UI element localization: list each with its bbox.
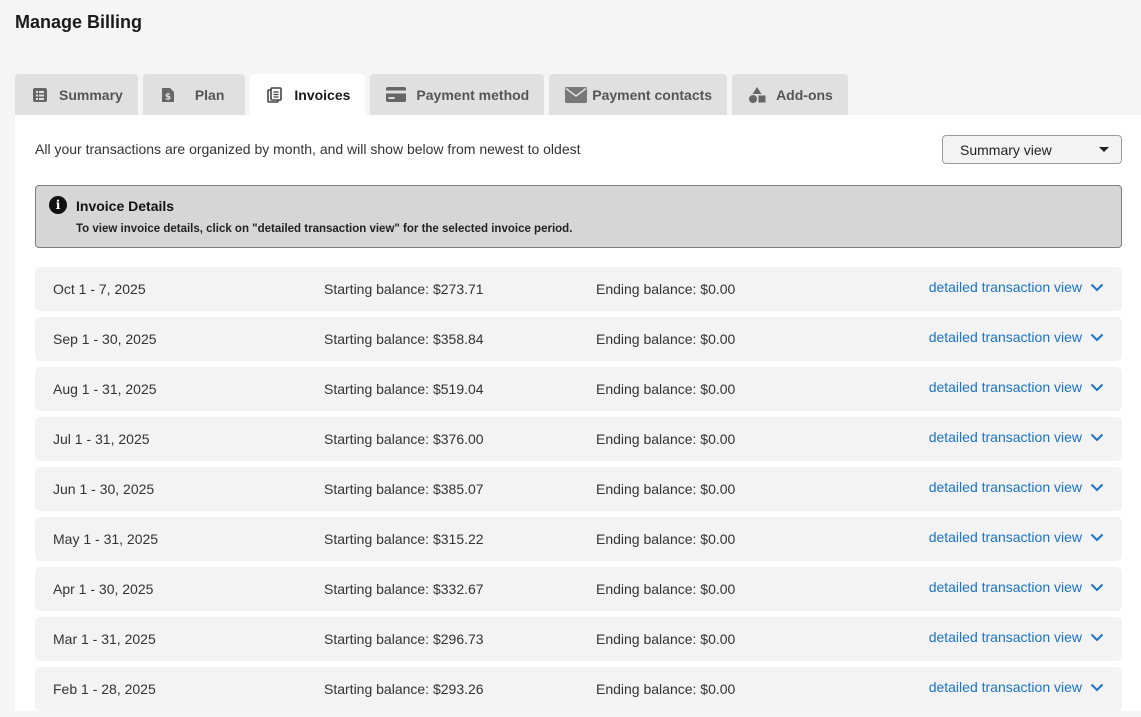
starting-balance: Starting balance: $315.22 — [324, 531, 484, 547]
detailed-transaction-view-link[interactable]: detailed transaction view — [929, 479, 1104, 495]
invoice-period: Mar 1 - 31, 2025 — [53, 631, 156, 647]
invoice-period: Sep 1 - 30, 2025 — [53, 331, 157, 347]
invoices-panel: All your transactions are organized by m… — [15, 115, 1141, 711]
detail-link-label: detailed transaction view — [928, 279, 1082, 295]
chevron-down-icon — [1090, 583, 1104, 591]
invoice-period: Feb 1 - 28, 2025 — [53, 681, 156, 697]
tab-add-ons[interactable]: Add-ons — [732, 74, 848, 115]
billing-tabs: Summary $ Plan Invoices Payment method P… — [15, 74, 848, 115]
detailed-transaction-view-link[interactable]: detailed transaction view — [929, 379, 1104, 395]
tab-plan-label: Plan — [194, 86, 225, 103]
invoice-row: Sep 1 - 30, 2025 Starting balance: $358.… — [35, 317, 1122, 361]
invoice-details-notice: i Invoice Details To view invoice detail… — [35, 185, 1122, 248]
invoice-period: Aug 1 - 31, 2025 — [53, 381, 157, 397]
invoice-row: Jul 1 - 31, 2025 Starting balance: $376.… — [35, 417, 1122, 461]
tab-payment-contacts[interactable]: Payment contacts — [549, 74, 728, 115]
starting-balance: Starting balance: $358.84 — [324, 331, 484, 347]
tab-plan[interactable]: $ Plan — [142, 74, 246, 115]
tab-payment-method-label: Payment method — [416, 86, 530, 103]
detail-link-label: detailed transaction view — [928, 529, 1082, 545]
invoice-row: Apr 1 - 30, 2025 Starting balance: $332.… — [35, 567, 1122, 611]
chevron-down-icon — [1090, 333, 1104, 341]
tab-invoices-label: Invoices — [294, 86, 351, 103]
ending-balance: Ending balance: $0.00 — [596, 331, 736, 347]
chevron-down-icon — [1090, 633, 1104, 641]
tab-add-ons-label: Add-ons — [776, 86, 833, 103]
shapes-icon — [748, 86, 766, 104]
ending-balance: Ending balance: $0.00 — [596, 531, 736, 547]
invoice-period: Jul 1 - 31, 2025 — [53, 431, 150, 447]
starting-balance: Starting balance: $273.71 — [324, 281, 484, 297]
info-title: Invoice Details — [76, 198, 175, 214]
ending-balance: Ending balance: $0.00 — [596, 631, 736, 647]
svg-text:$: $ — [165, 92, 171, 102]
detail-link-label: detailed transaction view — [928, 379, 1082, 395]
invoice-period: Apr 1 - 30, 2025 — [53, 581, 154, 597]
invoice-period: May 1 - 31, 2025 — [53, 531, 159, 547]
summary-icon — [31, 86, 49, 104]
chevron-down-icon — [1090, 683, 1104, 691]
starting-balance: Starting balance: $519.04 — [324, 381, 484, 397]
credit-card-icon — [386, 86, 407, 104]
detail-link-label: detailed transaction view — [928, 329, 1082, 345]
ending-balance: Ending balance: $0.00 — [596, 281, 736, 297]
ending-balance: Ending balance: $0.00 — [596, 581, 736, 597]
info-text: To view invoice details, click on "detai… — [76, 223, 573, 235]
envelope-icon — [565, 86, 588, 104]
starting-balance: Starting balance: $385.07 — [324, 481, 484, 497]
page-title: Manage Billing — [15, 12, 143, 32]
tab-payment-method[interactable]: Payment method — [370, 74, 545, 115]
invoice-row: Oct 1 - 7, 2025 Starting balance: $273.7… — [35, 267, 1122, 311]
chevron-down-icon — [1090, 283, 1104, 291]
invoice-row: Aug 1 - 31, 2025 Starting balance: $519.… — [35, 367, 1122, 411]
detail-link-label: detailed transaction view — [928, 579, 1082, 595]
chevron-down-icon — [1090, 383, 1104, 391]
invoice-list: Oct 1 - 7, 2025 Starting balance: $273.7… — [35, 267, 1122, 717]
ending-balance: Ending balance: $0.00 — [596, 681, 736, 697]
detailed-transaction-view-link[interactable]: detailed transaction view — [929, 329, 1104, 345]
invoice-period: Jun 1 - 30, 2025 — [53, 481, 155, 497]
detail-link-label: detailed transaction view — [928, 629, 1082, 645]
starting-balance: Starting balance: $293.26 — [324, 681, 484, 697]
invoices-icon — [266, 86, 284, 104]
ending-balance: Ending balance: $0.00 — [596, 381, 736, 397]
view-select[interactable]: Summary view — [942, 135, 1122, 164]
chevron-down-icon — [1090, 483, 1104, 491]
caret-down-icon — [1099, 147, 1109, 152]
detailed-transaction-view-link[interactable]: detailed transaction view — [929, 579, 1104, 595]
invoice-period: Oct 1 - 7, 2025 — [53, 281, 146, 297]
invoice-row: Feb 1 - 28, 2025 Starting balance: $293.… — [35, 667, 1122, 711]
tab-payment-contacts-label: Payment contacts — [592, 86, 713, 103]
tab-invoices[interactable]: Invoices — [250, 74, 366, 115]
invoice-row: Jun 1 - 30, 2025 Starting balance: $385.… — [35, 467, 1122, 511]
starting-balance: Starting balance: $332.67 — [324, 581, 484, 597]
detail-link-label: detailed transaction view — [928, 679, 1082, 695]
detailed-transaction-view-link[interactable]: detailed transaction view — [929, 679, 1104, 695]
detailed-transaction-view-link[interactable]: detailed transaction view — [929, 629, 1104, 645]
detailed-transaction-view-link[interactable]: detailed transaction view — [929, 429, 1104, 445]
view-select-value: Summary view — [960, 141, 1052, 158]
detailed-transaction-view-link[interactable]: detailed transaction view — [929, 279, 1104, 295]
ending-balance: Ending balance: $0.00 — [596, 431, 736, 447]
detailed-transaction-view-link[interactable]: detailed transaction view — [929, 529, 1104, 545]
starting-balance: Starting balance: $296.73 — [324, 631, 484, 647]
starting-balance: Starting balance: $376.00 — [324, 431, 484, 447]
tab-summary[interactable]: Summary — [15, 74, 138, 115]
intro-text: All your transactions are organized by m… — [35, 141, 581, 157]
chevron-down-icon — [1090, 433, 1104, 441]
plan-document-icon: $ — [159, 86, 177, 104]
ending-balance: Ending balance: $0.00 — [596, 481, 736, 497]
detail-link-label: detailed transaction view — [928, 429, 1082, 445]
invoice-row: Mar 1 - 31, 2025 Starting balance: $296.… — [35, 617, 1122, 661]
tab-summary-label: Summary — [59, 86, 123, 103]
chevron-down-icon — [1090, 533, 1104, 541]
detail-link-label: detailed transaction view — [928, 479, 1082, 495]
invoice-row: May 1 - 31, 2025 Starting balance: $315.… — [35, 517, 1122, 561]
info-icon: i — [49, 196, 67, 214]
